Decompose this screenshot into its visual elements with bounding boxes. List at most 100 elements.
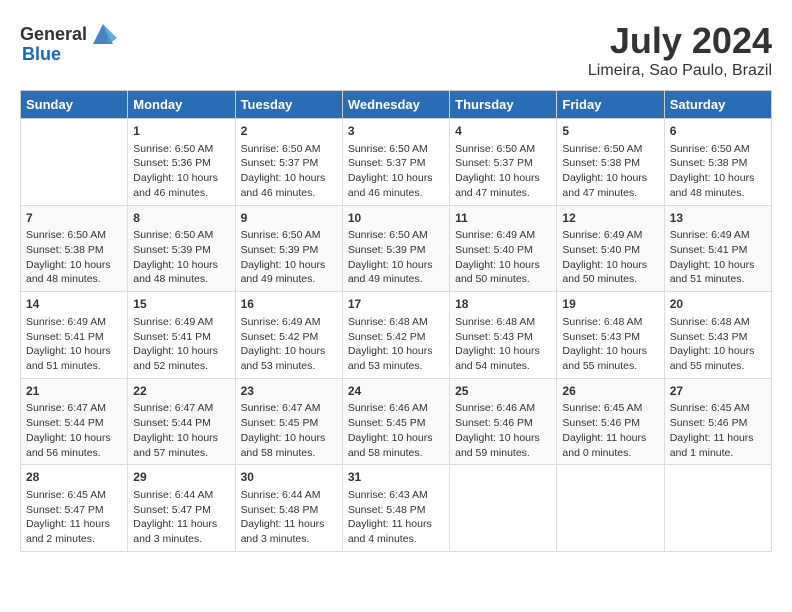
cell-text-line: Daylight: 10 hours: [241, 345, 326, 357]
cell-text-line: Daylight: 10 hours: [348, 259, 433, 271]
cell-text-line: Sunset: 5:45 PM: [241, 417, 319, 429]
cell-text-line: and 4 minutes.: [348, 533, 417, 545]
cell-text-line: Daylight: 10 hours: [133, 172, 218, 184]
cell-text-line: Daylight: 11 hours: [562, 432, 646, 444]
logo-blue: Blue: [22, 44, 61, 65]
day-number: 29: [133, 469, 229, 486]
day-number: 20: [670, 296, 766, 313]
cell-text-line: Sunset: 5:38 PM: [26, 244, 104, 256]
calendar-cell: 22Sunrise: 6:47 AMSunset: 5:44 PMDayligh…: [128, 378, 235, 465]
cell-text-line: Daylight: 10 hours: [26, 432, 111, 444]
cell-text-line: Sunrise: 6:49 AM: [241, 316, 321, 328]
calendar-cell: 30Sunrise: 6:44 AMSunset: 5:48 PMDayligh…: [235, 465, 342, 552]
cell-text-line: and 49 minutes.: [348, 273, 423, 285]
calendar-table: SundayMondayTuesdayWednesdayThursdayFrid…: [20, 90, 772, 552]
cell-text-line: and 48 minutes.: [133, 273, 208, 285]
cell-text-line: Daylight: 10 hours: [455, 259, 540, 271]
calendar-cell: 5Sunrise: 6:50 AMSunset: 5:38 PMDaylight…: [557, 119, 664, 206]
cell-text-line: Sunset: 5:43 PM: [670, 331, 748, 343]
cell-text-line: and 56 minutes.: [26, 447, 101, 459]
cell-text-line: Sunset: 5:43 PM: [562, 331, 640, 343]
cell-text-line: Sunset: 5:41 PM: [26, 331, 104, 343]
cell-text-line: Sunrise: 6:47 AM: [26, 402, 106, 414]
day-number: 12: [562, 210, 658, 227]
calendar-cell: 11Sunrise: 6:49 AMSunset: 5:40 PMDayligh…: [450, 205, 557, 292]
cell-text-line: Sunset: 5:41 PM: [133, 331, 211, 343]
calendar-cell: 16 Sunrise: 6:49 AM Sunset: 5:42 PM Dayligh…: [235, 292, 342, 379]
cell-text-line: Sunrise: 6:46 AM: [455, 402, 535, 414]
cell-text-line: Sunset: 5:42 PM: [348, 331, 426, 343]
cell-text-line: Daylight: 10 hours: [455, 432, 540, 444]
day-of-week-header: Tuesday: [235, 91, 342, 119]
cell-text-line: Sunrise: 6:49 AM: [455, 229, 535, 241]
calendar-cell: 4Sunrise: 6:50 AMSunset: 5:37 PMDaylight…: [450, 119, 557, 206]
cell-text-line: Sunrise: 6:43 AM: [348, 489, 428, 501]
day-number: 30: [241, 469, 337, 486]
calendar-cell: 12Sunrise: 6:49 AMSunset: 5:40 PMDayligh…: [557, 205, 664, 292]
cell-text-line: and 0 minutes.: [562, 447, 631, 459]
cell-text-line: Sunset: 5:46 PM: [562, 417, 640, 429]
day-of-week-header: Sunday: [21, 91, 128, 119]
cell-text-line: and 48 minutes.: [670, 187, 745, 199]
day-number: 24: [348, 383, 444, 400]
cell-text-line: Daylight: 10 hours: [348, 432, 433, 444]
cell-text-line: Sunset: 5:46 PM: [455, 417, 533, 429]
cell-text-line: Sunrise: 6:48 AM: [348, 316, 428, 328]
cell-text-line: Sunset: 5:42 PM: [241, 331, 319, 343]
cell-text-line: and 3 minutes.: [133, 533, 202, 545]
logo: General Blue: [20, 20, 117, 65]
cell-text-line: Sunrise: 6:45 AM: [670, 402, 750, 414]
cell-text-line: Daylight: 11 hours: [26, 518, 110, 530]
calendar-cell: 28Sunrise: 6:45 AMSunset: 5:47 PMDayligh…: [21, 465, 128, 552]
cell-text-line: Sunrise: 6:48 AM: [455, 316, 535, 328]
day-number: 14: [26, 296, 122, 313]
calendar-cell: 13Sunrise: 6:49 AMSunset: 5:41 PMDayligh…: [664, 205, 771, 292]
cell-text-line: Sunset: 5:46 PM: [670, 417, 748, 429]
day-number: 4: [455, 123, 551, 140]
calendar-cell: 31Sunrise: 6:43 AMSunset: 5:48 PMDayligh…: [342, 465, 449, 552]
cell-text-line: Daylight: 11 hours: [348, 518, 432, 530]
cell-text-line: and 50 minutes.: [562, 273, 637, 285]
cell-text-line: Sunrise: 6:50 AM: [455, 143, 535, 155]
cell-text-line: Sunrise: 6:50 AM: [348, 143, 428, 155]
cell-text-line: Sunrise: 6:50 AM: [241, 229, 321, 241]
day-number: 10: [348, 210, 444, 227]
cell-text-line: Sunset: 5:44 PM: [26, 417, 104, 429]
cell-text-line: Sunset: 5:44 PM: [133, 417, 211, 429]
cell-text-line: Sunrise: 6:46 AM: [348, 402, 428, 414]
cell-text-line: Daylight: 10 hours: [133, 432, 218, 444]
cell-text-line: Sunrise: 6:47 AM: [133, 402, 213, 414]
cell-text-line: Sunrise: 6:49 AM: [26, 316, 106, 328]
cell-text-line: Sunset: 5:43 PM: [455, 331, 533, 343]
cell-text-line: and 55 minutes.: [562, 360, 637, 372]
cell-text-line: and 1 minute.: [670, 447, 734, 459]
cell-text-line: and 47 minutes.: [562, 187, 637, 199]
day-number: 13: [670, 210, 766, 227]
day-number: 23: [241, 383, 337, 400]
day-number: 16: [241, 296, 337, 313]
cell-text-line: Sunrise: 6:48 AM: [670, 316, 750, 328]
calendar-week-row: 28Sunrise: 6:45 AMSunset: 5:47 PMDayligh…: [21, 465, 772, 552]
day-number: 19: [562, 296, 658, 313]
calendar-cell: 14Sunrise: 6:49 AMSunset: 5:41 PMDayligh…: [21, 292, 128, 379]
cell-text-line: Sunrise: 6:45 AM: [26, 489, 106, 501]
calendar-cell: 15Sunrise: 6:49 AMSunset: 5:41 PMDayligh…: [128, 292, 235, 379]
cell-text-line: and 51 minutes.: [26, 360, 101, 372]
cell-text-line: Sunset: 5:48 PM: [241, 504, 319, 516]
day-of-week-header: Monday: [128, 91, 235, 119]
calendar-week-row: 7Sunrise: 6:50 AMSunset: 5:38 PMDaylight…: [21, 205, 772, 292]
cell-text-line: Daylight: 10 hours: [670, 345, 755, 357]
day-number: 2: [241, 123, 337, 140]
calendar-cell: 24Sunrise: 6:46 AMSunset: 5:45 PMDayligh…: [342, 378, 449, 465]
cell-text-line: Daylight: 10 hours: [241, 259, 326, 271]
cell-text-line: and 46 minutes.: [241, 187, 316, 199]
calendar-week-row: 21Sunrise: 6:47 AMSunset: 5:44 PMDayligh…: [21, 378, 772, 465]
cell-text-line: Sunrise: 6:50 AM: [133, 229, 213, 241]
calendar-cell: 7Sunrise: 6:50 AMSunset: 5:38 PMDaylight…: [21, 205, 128, 292]
day-number: 31: [348, 469, 444, 486]
cell-text-line: and 3 minutes.: [241, 533, 310, 545]
cell-text-line: Daylight: 10 hours: [455, 172, 540, 184]
day-number: 25: [455, 383, 551, 400]
cell-text-line: and 52 minutes.: [133, 360, 208, 372]
cell-text-line: Sunrise: 6:45 AM: [562, 402, 642, 414]
